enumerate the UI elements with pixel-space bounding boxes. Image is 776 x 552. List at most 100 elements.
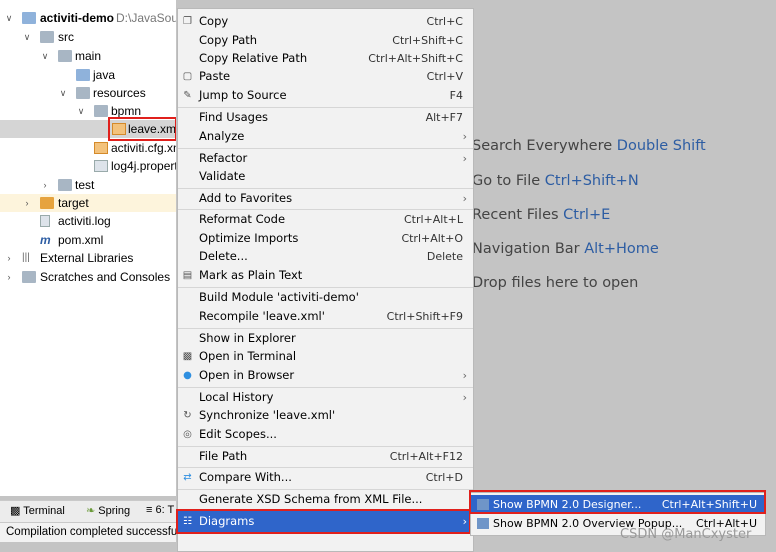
module-folder-icon xyxy=(22,12,36,24)
menu-item-shortcut: Ctrl+Alt+Shift+C xyxy=(368,52,463,65)
menu-item-edit-scopes[interactable]: ◎ Edit Scopes... xyxy=(178,425,473,444)
menu-item-label: Open in Terminal xyxy=(199,349,297,363)
menu-item-label: Jump to Source xyxy=(199,88,287,102)
tree-item-java[interactable]: java xyxy=(0,66,176,84)
menu-item-show-in-explorer[interactable]: Show in Explorer xyxy=(178,329,473,348)
menu-item-open-in-browser[interactable]: ● Open in Browser › xyxy=(178,366,473,385)
chevron-down-icon[interactable]: ∨ xyxy=(4,9,14,27)
menu-item-local-history[interactable]: Local History › xyxy=(178,388,473,407)
hint-go-to-file: Go to File Ctrl+Shift+N xyxy=(472,173,639,189)
folder-icon xyxy=(58,179,72,191)
context-menu: ❐ Copy Ctrl+C Copy Path Ctrl+Shift+C Copy R… xyxy=(177,8,474,552)
tree-root[interactable]: ∨ activiti-demo D:\JavaSour xyxy=(0,9,176,27)
menu-item-add-to-favorites[interactable]: Add to Favorites › xyxy=(178,189,473,208)
tree-item-test[interactable]: › test xyxy=(0,176,176,194)
chevron-down-icon[interactable]: ∨ xyxy=(58,84,68,102)
tree-item-external-libraries[interactable]: › ||| External Libraries xyxy=(0,249,176,267)
menu-item-copy-relative-path[interactable]: Copy Relative Path Ctrl+Alt+Shift+C xyxy=(178,49,473,68)
text-file-icon xyxy=(40,215,50,227)
folder-icon xyxy=(58,50,72,62)
folder-icon xyxy=(94,105,108,117)
tree-root-label: activiti-demo xyxy=(40,11,115,25)
tree-item-target[interactable]: › target xyxy=(0,194,176,212)
menu-item-copy[interactable]: ❐ Copy Ctrl+C xyxy=(178,12,473,31)
tree-item-activiti-cfg[interactable]: activiti.cfg.xm xyxy=(0,139,176,157)
tree-item-label: activiti.cfg.xm xyxy=(111,141,176,155)
menu-item-label: Analyze xyxy=(199,129,245,143)
menu-item-optimize-imports[interactable]: Optimize Imports Ctrl+Alt+O xyxy=(178,229,473,248)
menu-item-compare-with[interactable]: ⇄ Compare With... Ctrl+D xyxy=(178,468,473,487)
menu-item-generate-xsd[interactable]: Generate XSD Schema from XML File... xyxy=(178,490,473,509)
tree-item-main[interactable]: ∨ main xyxy=(0,47,176,65)
terminal-tab-label: Terminal xyxy=(23,505,65,517)
chevron-right-icon[interactable]: › xyxy=(4,249,14,267)
copy-icon: ❐ xyxy=(183,16,192,27)
hint-text: Go to File xyxy=(472,173,541,189)
tree-item-label: External Libraries xyxy=(40,251,134,265)
menu-item-mark-as-plain-text[interactable]: ▤ Mark as Plain Text xyxy=(178,266,473,285)
menu-item-label: Edit Scopes... xyxy=(199,427,277,441)
menu-item-shortcut: Ctrl+Alt+O xyxy=(401,232,463,245)
menu-item-synchronize[interactable]: ↻ Synchronize 'leave.xml' xyxy=(178,406,473,425)
chevron-down-icon[interactable]: ∨ xyxy=(76,102,86,120)
terminal-tab[interactable]: ▩ Terminal xyxy=(10,504,65,517)
todo-tab-label: 6: T xyxy=(155,504,175,516)
menu-item-file-path[interactable]: File Path Ctrl+Alt+F12 xyxy=(178,447,473,466)
chevron-right-icon[interactable]: › xyxy=(22,194,32,212)
menu-item-label: Delete... xyxy=(199,249,248,263)
edit-icon: ✎ xyxy=(183,90,192,101)
menu-item-label: Optimize Imports xyxy=(199,231,299,245)
todo-tab[interactable]: ≡ 6: T xyxy=(146,504,174,516)
menu-item-paste[interactable]: ▢ Paste Ctrl+V xyxy=(178,67,473,86)
tree-item-label: log4j.propert xyxy=(111,159,176,173)
menu-item-shortcut: Ctrl+Shift+F9 xyxy=(386,310,463,323)
menu-item-label: Copy Path xyxy=(199,33,258,47)
hint-key: Ctrl+Shift+N xyxy=(544,173,639,189)
chevron-right-icon[interactable]: › xyxy=(4,268,14,286)
status-bar: Compilation completed successfully xyxy=(0,522,176,542)
spring-tab[interactable]: ❧ Spring xyxy=(86,504,130,517)
menu-item-analyze[interactable]: Analyze › xyxy=(178,127,473,146)
editor-empty-area: Search Everywhere Double Shift Go to Fil… xyxy=(466,0,776,510)
tree-item-pom-xml[interactable]: m pom.xml xyxy=(0,231,176,249)
menu-item-shortcut: Ctrl+C xyxy=(426,15,463,28)
hint-text: Drop files here to open xyxy=(472,275,639,291)
tree-item-label: pom.xml xyxy=(58,233,104,247)
tree-item-scratches[interactable]: › Scratches and Consoles xyxy=(0,268,176,286)
menu-item-find-usages[interactable]: Find Usages Alt+F7 xyxy=(178,108,473,127)
chevron-down-icon[interactable]: ∨ xyxy=(22,28,32,46)
tree-item-resources[interactable]: ∨ resources xyxy=(0,84,176,102)
menu-item-label: Copy xyxy=(199,14,229,28)
folder-icon xyxy=(40,31,54,43)
chevron-right-icon[interactable]: › xyxy=(40,176,50,194)
compare-icon: ⇄ xyxy=(183,472,192,483)
menu-item-delete[interactable]: Delete... Delete xyxy=(178,247,473,266)
maven-icon: m xyxy=(40,233,51,247)
highlight-box-bpmn-designer xyxy=(469,490,766,514)
tree-item-src[interactable]: ∨ src xyxy=(0,28,176,46)
hint-key: Ctrl+E xyxy=(563,207,611,223)
menu-item-open-in-terminal[interactable]: ▩ Open in Terminal xyxy=(178,347,473,366)
tree-item-activiti-log[interactable]: activiti.log xyxy=(0,212,176,230)
menu-item-shortcut: F4 xyxy=(449,89,463,102)
menu-item-shortcut: Ctrl+Alt+L xyxy=(403,213,463,226)
menu-item-label: Synchronize 'leave.xml' xyxy=(199,408,336,422)
menu-item-label: Mark as Plain Text xyxy=(199,268,303,282)
paste-icon: ▢ xyxy=(182,71,193,82)
tree-item-log4j[interactable]: log4j.propert xyxy=(0,157,176,175)
menu-item-build-module[interactable]: Build Module 'activiti-demo' xyxy=(178,288,473,307)
library-icon: ||| xyxy=(22,252,30,263)
menu-item-label: Show in Explorer xyxy=(199,331,296,345)
menu-item-recompile[interactable]: Recompile 'leave.xml' Ctrl+Shift+F9 xyxy=(178,307,473,326)
menu-item-validate[interactable]: Validate xyxy=(178,167,473,186)
menu-item-shortcut: Delete xyxy=(426,250,463,263)
scope-icon: ◎ xyxy=(183,429,192,440)
menu-item-jump-to-source[interactable]: ✎ Jump to Source F4 xyxy=(178,86,473,105)
menu-item-reformat-code[interactable]: Reformat Code Ctrl+Alt+L xyxy=(178,210,473,229)
menu-item-copy-path[interactable]: Copy Path Ctrl+Shift+C xyxy=(178,31,473,50)
chevron-down-icon[interactable]: ∨ xyxy=(40,47,50,65)
menu-item-label: Open in Browser xyxy=(199,368,295,382)
chevron-right-icon: › xyxy=(462,391,467,404)
menu-item-label: Paste xyxy=(199,69,231,83)
menu-item-refactor[interactable]: Refactor › xyxy=(178,149,473,168)
